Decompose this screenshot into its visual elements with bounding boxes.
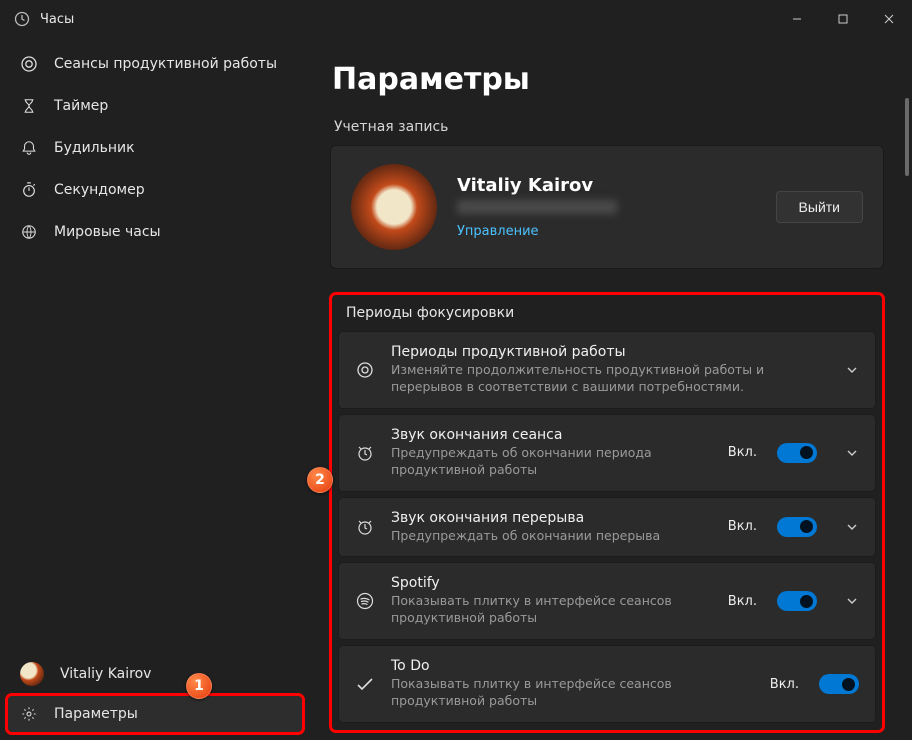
sidebar-item-timer[interactable]: Таймер [6,86,304,126]
page-title: Параметры [332,62,884,97]
account-manage-link[interactable]: Управление [457,224,756,239]
setting-title: Звук окончания перерыва [391,510,712,526]
target-icon [20,55,38,73]
hourglass-icon [20,97,38,115]
sidebar-item-focus-sessions[interactable]: Сеансы продуктивной работы [6,44,304,84]
sidebar-item-alarm[interactable]: Будильник [6,128,304,168]
toggle-switch[interactable] [819,674,859,694]
scrollbar-thumb[interactable] [905,98,909,176]
setting-title: To Do [391,658,754,674]
main-content: Параметры Учетная запись Vitaliy Kairov … [310,38,912,740]
sidebar-item-label: Секундомер [54,182,145,198]
minimize-button[interactable] [774,0,820,38]
chevron-down-icon [845,446,859,460]
annotation-badge-1: 1 [186,673,212,699]
sidebar: Сеансы продуктивной работы Таймер Будиль… [0,38,310,740]
account-section-label: Учетная запись [334,119,884,135]
account-name: Vitaliy Kairov [457,175,756,196]
sidebar-item-label: Будильник [54,140,135,156]
maximize-button[interactable] [820,0,866,38]
setting-desc: Предупреждать об окончании перерыва [391,528,712,545]
setting-row-todo[interactable]: To Do Показывать плитку в интерфейсе сеа… [338,645,876,723]
toggle-switch[interactable] [777,443,817,463]
setting-row-spotify[interactable]: Spotify Показывать плитку в интерфейсе с… [338,562,876,640]
setting-row-end-session-sound[interactable]: Звук окончания сеанса Предупреждать об о… [338,414,876,492]
toggle-label: Вкл. [728,445,757,460]
app-window: Часы Сеансы продуктивной работы Таймер Б… [0,0,912,740]
setting-title: Звук окончания сеанса [391,427,712,443]
globe-icon [20,223,38,241]
gear-icon [20,705,38,723]
scrollbar[interactable] [904,98,910,740]
signout-button[interactable]: Выйти [776,191,863,223]
sidebar-item-label: Параметры [54,706,138,722]
app-title: Часы [40,12,74,27]
setting-desc: Изменяйте продолжительность продуктивной… [391,362,817,396]
sidebar-item-label: Сеансы продуктивной работы [54,56,277,72]
alarm-clock-icon [355,517,375,537]
setting-title: Периоды продуктивной работы [391,344,817,360]
sidebar-user[interactable]: Vitaliy Kairov [6,654,304,694]
spotify-icon [355,591,375,611]
focus-periods-group: Периоды фокусировки Периоды продуктивной… [330,293,884,732]
setting-desc: Показывать плитку в интерфейсе сеансов п… [391,593,712,627]
sidebar-item-world-clock[interactable]: Мировые часы [6,212,304,252]
focus-section-label: Периоды фокусировки [346,305,876,321]
chevron-down-icon [845,594,859,608]
account-email [457,200,617,214]
toggle-label: Вкл. [728,594,757,609]
chevron-down-icon [845,520,859,534]
avatar-icon [20,662,44,686]
account-card: Vitaliy Kairov Управление Выйти [330,145,884,269]
sidebar-item-settings[interactable]: Параметры [6,694,304,734]
toggle-label: Вкл. [728,519,757,534]
setting-desc: Предупреждать об окончании периода проду… [391,445,712,479]
sidebar-item-label: Мировые часы [54,224,161,240]
clock-app-icon [14,11,30,27]
window-controls [774,0,912,38]
annotation-badge-2: 2 [307,467,333,493]
chevron-down-icon [845,363,859,377]
checkmark-icon [355,674,375,694]
sidebar-item-label: Таймер [54,98,108,114]
toggle-switch[interactable] [777,591,817,611]
setting-title: Spotify [391,575,712,591]
setting-row-focus-periods[interactable]: Периоды продуктивной работы Изменяйте пр… [338,331,876,409]
toggle-switch[interactable] [777,517,817,537]
close-button[interactable] [866,0,912,38]
titlebar: Часы [0,0,912,38]
sidebar-user-name: Vitaliy Kairov [60,666,151,682]
alarm-clock-icon [355,443,375,463]
target-icon [355,360,375,380]
sidebar-item-stopwatch[interactable]: Секундомер [6,170,304,210]
stopwatch-icon [20,181,38,199]
bell-icon [20,139,38,157]
toggle-label: Вкл. [770,677,799,692]
setting-desc: Показывать плитку в интерфейсе сеансов п… [391,676,754,710]
avatar [351,164,437,250]
setting-row-end-break-sound[interactable]: Звук окончания перерыва Предупреждать об… [338,497,876,558]
